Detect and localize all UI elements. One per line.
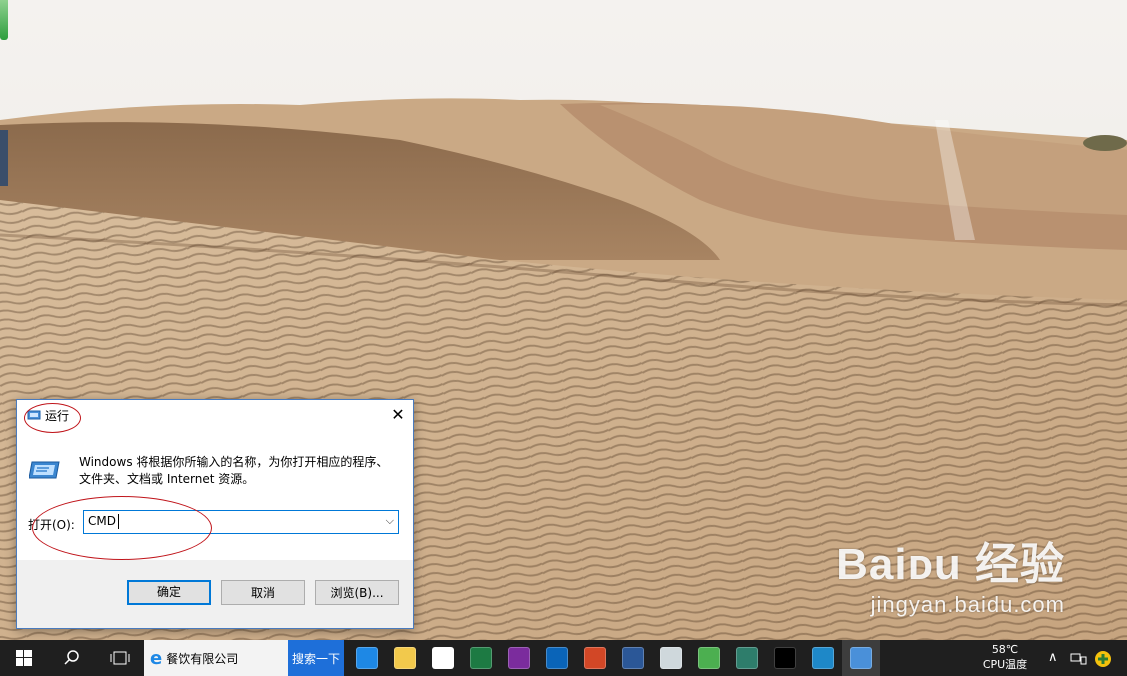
start-button[interactable]: [0, 640, 48, 676]
outlook-icon: [546, 647, 568, 669]
taskbar-app-excel[interactable]: [462, 640, 500, 676]
powerpoint-icon: [584, 647, 606, 669]
store-icon: [432, 647, 454, 669]
photos-icon: [736, 647, 758, 669]
security-status-icon[interactable]: [1094, 650, 1112, 672]
ie-icon: e: [150, 647, 163, 669]
search-button[interactable]: [48, 640, 96, 676]
taskbar-app-store[interactable]: [424, 640, 462, 676]
file-explorer-icon: [394, 647, 416, 669]
watermark-brand: Baiᴅu 经验: [836, 540, 1065, 589]
run-icon: [850, 647, 872, 669]
settings-icon: [812, 647, 834, 669]
edge-icon: [356, 647, 378, 669]
paint-icon: [660, 647, 682, 669]
onenote-icon: [508, 647, 530, 669]
network-icon[interactable]: [1070, 651, 1088, 669]
task-view-icon: [110, 651, 130, 665]
taskbar-app-browser[interactable]: [690, 640, 728, 676]
taskbar-app-cmd[interactable]: [766, 640, 804, 676]
chevron-down-icon[interactable]: ⌵: [386, 514, 394, 528]
taskbar-app-word[interactable]: [614, 640, 652, 676]
cpu-temperature: 58℃: [991, 643, 1019, 656]
taskbar-app-run[interactable]: [842, 640, 880, 676]
search-once-button[interactable]: 搜索一下: [288, 640, 344, 676]
watermark-url: jingyan.baidu.com: [870, 592, 1065, 617]
browse-button[interactable]: 浏览(B)...: [315, 580, 399, 605]
sidebar-gadget-bar[interactable]: [0, 130, 8, 186]
cpu-temperature-label: CPU温度: [982, 658, 1028, 671]
taskbar-app-photos[interactable]: [728, 640, 766, 676]
taskbar: e 餐饮有限公司 搜索一下 58℃ CPU温度 ∧: [0, 640, 1127, 676]
cancel-button[interactable]: 取消: [221, 580, 305, 605]
close-button[interactable]: ✕: [383, 400, 413, 430]
taskbar-app-outlook[interactable]: [538, 640, 576, 676]
taskbar-app-settings[interactable]: [804, 640, 842, 676]
run-large-icon: [28, 458, 61, 485]
search-icon: [64, 650, 79, 665]
cpu-temperature-widget[interactable]: 58℃ CPU温度: [974, 642, 1036, 672]
annotation-circle-input: [32, 496, 212, 560]
taskbar-app-edge[interactable]: [348, 640, 386, 676]
annotation-circle-title: [24, 403, 81, 433]
search-once-label: 搜索一下: [291, 651, 340, 666]
taskbar-app-powerpoint[interactable]: [576, 640, 614, 676]
taskbar-app-file-explorer[interactable]: [386, 640, 424, 676]
taskbar-app-paint[interactable]: [652, 640, 690, 676]
baidu-jingyan-watermark: Baiᴅu 经验 jingyan.baidu.com: [836, 528, 1065, 618]
close-icon: ✕: [391, 405, 405, 424]
word-icon: [622, 647, 644, 669]
browser-icon: [698, 647, 720, 669]
sidebar-gadget-top[interactable]: [0, 0, 8, 40]
cmd-icon: [774, 647, 796, 669]
ie-address-bar[interactable]: e 餐饮有限公司: [144, 640, 288, 676]
chevron-up-icon[interactable]: ∧: [1048, 650, 1058, 665]
dialog-description: Windows 将根据你所输入的名称，为你打开相应的程序、文件夹、文档或 Int…: [79, 455, 389, 486]
ie-address-label: 餐饮有限公司: [166, 651, 239, 666]
taskbar-app-onenote[interactable]: [500, 640, 538, 676]
ok-button[interactable]: 确定: [127, 580, 211, 605]
windows-logo-icon: [16, 650, 32, 666]
task-view-button[interactable]: [96, 640, 144, 676]
excel-icon: [470, 647, 492, 669]
